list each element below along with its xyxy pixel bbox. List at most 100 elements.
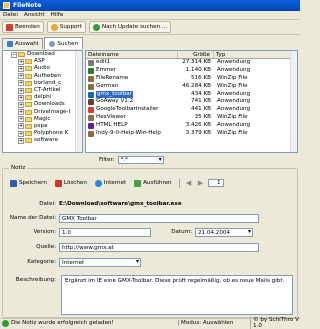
tree-item-label: Magic [34, 115, 51, 122]
menu-hilfe[interactable]: Hilfe [51, 12, 64, 18]
tree-item[interactable]: + Polyphone K [3, 130, 82, 137]
name-row: Name der Datei: GMX Toolbar [3, 213, 259, 223]
select-icon [7, 41, 13, 47]
file-name-cell: FileRename [86, 75, 178, 83]
tree-item-label: software [34, 137, 59, 144]
file-name: GoAway V1.2 [96, 98, 134, 105]
tree-item-label: borland_c [34, 79, 62, 86]
expand-icon[interactable]: + [18, 65, 24, 72]
expand-icon[interactable]: + [18, 123, 24, 130]
expand-icon[interactable]: + [18, 116, 24, 123]
file-type: Anwendung [217, 106, 251, 113]
file-row[interactable]: German 46.284 KB WinZip File [86, 83, 297, 91]
tab-suchen[interactable]: Suchen [44, 37, 84, 49]
expand-icon[interactable]: + [18, 80, 24, 87]
name-input[interactable]: GMX Toolbar [59, 213, 259, 223]
arrow-right-icon[interactable]: ▶ [196, 179, 206, 188]
file-name: gmx_toolbar [96, 90, 133, 99]
folder-icon [25, 66, 32, 72]
folder-icon [25, 138, 32, 144]
date-picker[interactable]: 21.04.2004 [195, 227, 253, 237]
file-icon [88, 115, 94, 122]
expand-icon[interactable]: + [18, 137, 24, 144]
file-size: 1.140 KB [185, 66, 211, 73]
menu-ansicht[interactable]: Ansicht [24, 12, 45, 18]
tree-item[interactable]: + CT-Artikel [3, 87, 82, 94]
version-input[interactable]: 1.0 [59, 227, 151, 237]
name-label: Name der Datei: [9, 215, 56, 221]
file-row[interactable]: GoAway V1.2 741 KB Anwendung [86, 98, 297, 106]
tree-scrollbar[interactable] [75, 51, 82, 152]
file-name-cell: GoogleToolbarInstaller [86, 106, 178, 114]
category-row: Kategorie: Internet [3, 257, 141, 267]
filter-dropdown[interactable]: *.* [117, 156, 164, 164]
tree-item-label: ASP [34, 58, 45, 65]
expand-icon[interactable]: + [18, 130, 24, 137]
file-row[interactable]: HTML HELP 3.426 KB Anwendung [86, 122, 297, 130]
tree-item[interactable]: + software [3, 137, 82, 144]
tree-item[interactable]: + borland_c [3, 80, 82, 87]
quit-button[interactable]: Beenden [2, 21, 44, 33]
execute-button[interactable]: Ausführen [131, 178, 175, 188]
page-number[interactable]: 1 [207, 179, 224, 187]
column-name[interactable]: Dateiname [86, 51, 178, 58]
expand-icon[interactable]: + [18, 101, 24, 108]
file-type: WinZip File [217, 74, 248, 81]
delete-button[interactable]: Löschen [52, 178, 90, 188]
file-row[interactable]: GoogleToolbarInstaller 441 KB Anwendung [86, 106, 297, 114]
collapse-icon[interactable]: − [11, 51, 17, 58]
file-size: 27.314 KB [182, 59, 211, 65]
category-dropdown[interactable]: Internet [59, 257, 141, 267]
search-icon [49, 40, 56, 47]
tree-item[interactable]: + Downloads [3, 101, 82, 108]
tree-item[interactable]: + delphi [3, 94, 82, 101]
file-row[interactable]: HexViewer 35 KB WinZip File [86, 114, 297, 122]
menu-datei[interactable]: Datei [3, 12, 18, 18]
tree-item[interactable]: + DriveImage-I [3, 109, 82, 116]
folder-icon [18, 52, 25, 58]
file-row[interactable]: Indy-9-0-Help-Win-Help 3.379 KB WinZip Fil… [86, 130, 297, 138]
expand-icon[interactable]: + [18, 87, 24, 94]
file-row[interactable]: gmx_toolbar 434 KB Anwendung [86, 90, 297, 99]
quit-label: Beenden [15, 24, 40, 30]
expand-icon[interactable]: + [18, 109, 24, 116]
arrow-left-icon[interactable]: ◀ [184, 179, 194, 188]
tree-item[interactable]: + pspa [3, 123, 82, 130]
tree-item-label: Download [27, 51, 55, 57]
expand-icon[interactable]: + [18, 58, 24, 65]
file-list[interactable]: Dateiname Größe Typ edit1 27.314 KB Anwend… [85, 50, 298, 153]
source-input[interactable]: http://www.gmx.at [59, 242, 259, 252]
file-size: 3.379 KB [185, 130, 211, 137]
tab-auswahl[interactable]: Auswahl [2, 38, 44, 49]
save-button[interactable]: Speichern [7, 178, 50, 188]
app-icon [3, 2, 10, 9]
expand-icon[interactable]: + [18, 73, 24, 80]
status-mode: Modus: Auswählen [178, 320, 250, 326]
source-label: Quelle: [36, 244, 56, 250]
tree-item[interactable]: + Magic [3, 116, 82, 123]
file-row[interactable]: edit1 27.314 KB Anwendung [86, 59, 297, 67]
update-label: Nach Update suchen ... [101, 24, 168, 30]
tree-item-download[interactable]: − Download [3, 51, 82, 58]
file-list-scrollbar[interactable] [290, 51, 297, 152]
folder-tree[interactable]: − Download + ASP + Audio + Aufheben + bo… [2, 50, 83, 153]
file-row[interactable]: Emmer 1.140 KB Anwendung [86, 67, 297, 75]
file-size: 35 KB [194, 114, 211, 121]
description-textarea[interactable]: Ergänzt im IE eine GMX-Toolbar. Diese pr… [61, 275, 293, 315]
column-type[interactable]: Typ [214, 51, 292, 58]
tree-item[interactable]: + Audio [3, 65, 82, 72]
tree-item[interactable]: + ASP [3, 58, 82, 65]
column-size[interactable]: Größe [178, 51, 214, 58]
file-name: FileRename [96, 74, 129, 81]
filter-row: Filter: *.* [85, 155, 298, 165]
tree-item-label: DriveImage-I [34, 108, 71, 115]
tree-item[interactable]: + Aufheben [3, 73, 82, 80]
file-name: Emmer [96, 66, 117, 73]
update-button[interactable]: Nach Update suchen ... [88, 21, 172, 33]
window-title: FileNote [13, 2, 42, 9]
internet-button[interactable]: Internet [92, 178, 129, 188]
expand-icon[interactable]: + [18, 94, 24, 101]
file-row[interactable]: FileRename 516 KB WinZip File [86, 75, 297, 83]
support-button[interactable]: Support [46, 21, 86, 33]
tab-auswahl-label: Auswahl [15, 41, 39, 47]
